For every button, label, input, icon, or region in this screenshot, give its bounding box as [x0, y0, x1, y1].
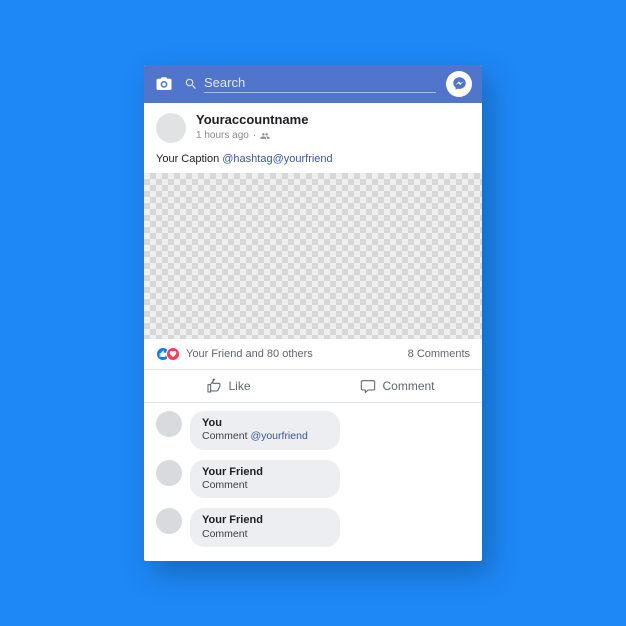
thumb-up-icon [206, 378, 222, 394]
search-field[interactable]: Search [184, 75, 436, 93]
caption-text: Your Caption [156, 153, 222, 165]
post-header-text: Youraccountname 1 hours ago · [196, 113, 308, 143]
meta-separator: · [253, 130, 256, 142]
reactions-text: Your Friend and 80 others [186, 348, 313, 360]
comment-item: Your Friend Comment [156, 460, 470, 499]
commenter-name: Your Friend [202, 466, 328, 479]
comments-list: You Comment @yourfriend Your Friend Comm… [144, 403, 482, 561]
reactions-summary[interactable]: Your Friend and 80 others [156, 347, 313, 361]
audience-friends-icon [260, 131, 270, 141]
author-name[interactable]: Youraccountname [196, 113, 308, 128]
comment-text: Comment @yourfriend [202, 430, 328, 443]
post-meta: 1 hours ago · [196, 130, 308, 142]
search-placeholder: Search [204, 75, 436, 93]
like-label: Like [228, 379, 250, 393]
comment-icon [360, 378, 376, 394]
post-time: 1 hours ago [196, 130, 249, 142]
caption-tag[interactable]: @hashtag@yourfriend [222, 153, 332, 165]
comment-bubble[interactable]: You Comment @yourfriend [190, 411, 340, 450]
comment-label: Comment [382, 379, 434, 393]
commenter-avatar[interactable] [156, 508, 182, 534]
love-reaction-icon [166, 347, 180, 361]
phone-frame: Search Youraccountname 1 hours ago · You… [144, 65, 482, 561]
reactions-row: Your Friend and 80 others 8 Comments [144, 339, 482, 370]
comment-mention[interactable]: @yourfriend [250, 430, 307, 442]
commenter-name: You [202, 417, 328, 430]
commenter-avatar[interactable] [156, 460, 182, 486]
comment-button[interactable]: Comment [313, 370, 482, 402]
commenter-avatar[interactable] [156, 411, 182, 437]
messenger-button[interactable] [446, 71, 472, 97]
comment-text: Comment [202, 528, 328, 541]
comment-item: Your Friend Comment [156, 508, 470, 547]
author-avatar[interactable] [156, 113, 186, 143]
post-image-placeholder[interactable] [144, 173, 482, 339]
comment-item: You Comment @yourfriend [156, 411, 470, 450]
comments-count[interactable]: 8 Comments [408, 348, 470, 360]
commenter-name: Your Friend [202, 514, 328, 527]
comment-bubble[interactable]: Your Friend Comment [190, 508, 340, 547]
comment-bubble[interactable]: Your Friend Comment [190, 460, 340, 499]
camera-icon[interactable] [154, 75, 174, 93]
action-bar: Like Comment [144, 370, 482, 403]
messenger-icon [452, 76, 467, 91]
comment-text: Comment [202, 479, 328, 492]
post-caption: Your Caption @hashtag@yourfriend [144, 149, 482, 173]
reaction-icons [156, 347, 180, 361]
post-header: Youraccountname 1 hours ago · [144, 103, 482, 149]
search-icon [184, 77, 198, 91]
app-header: Search [144, 65, 482, 103]
like-button[interactable]: Like [144, 370, 313, 402]
